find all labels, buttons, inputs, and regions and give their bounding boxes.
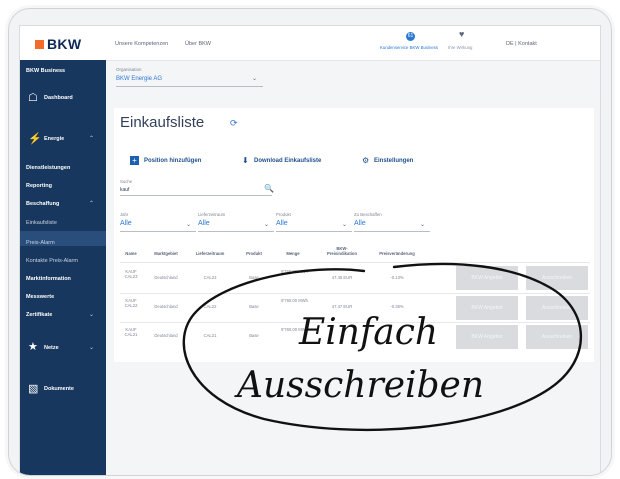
- annotation-line-2: Ausschreiben: [234, 365, 484, 406]
- annotation-line-1: Einfach: [298, 312, 438, 353]
- tablet-frame: BKW Unsere Kompetenzen Über BKW 61 Kunde…: [8, 8, 612, 476]
- handwritten-annotation: Einfach Ausschreiben: [182, 262, 583, 432]
